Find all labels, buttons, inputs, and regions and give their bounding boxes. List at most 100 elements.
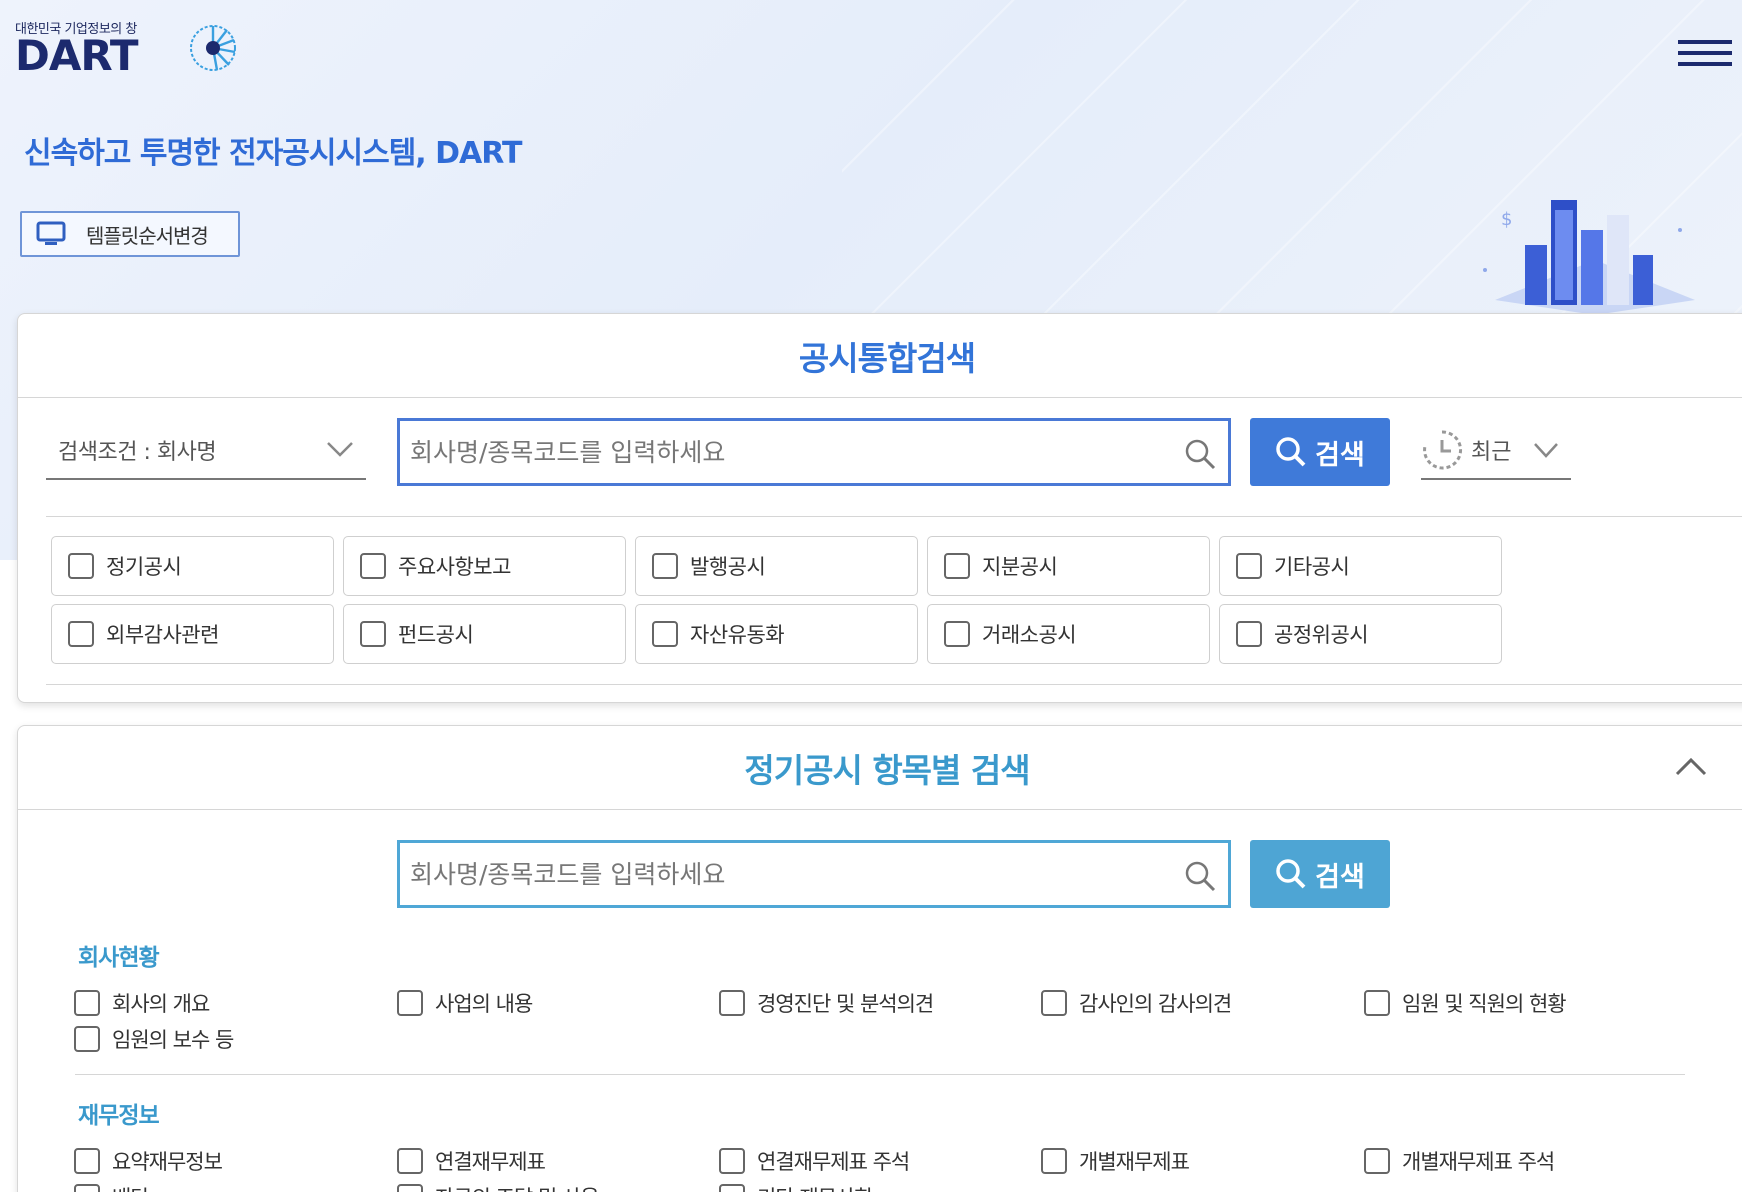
panel-title-text: 정기공시 항목별 검색 xyxy=(744,750,1030,790)
item-consolidated-notes[interactable]: 연결재무제표 주석 xyxy=(719,1146,910,1176)
logo-text: DART xyxy=(15,31,138,80)
item-dividend[interactable]: 배당 xyxy=(74,1182,150,1192)
filter-label: 거래소공시 xyxy=(982,623,1077,647)
hamburger-menu-icon[interactable] xyxy=(1678,40,1732,74)
search-input[interactable] xyxy=(410,421,1228,483)
divider xyxy=(75,1074,1685,1075)
checkbox[interactable] xyxy=(652,553,678,579)
section-title-company: 회사현황 xyxy=(78,945,160,971)
checkbox[interactable] xyxy=(719,1148,745,1174)
item-label: 배당 xyxy=(112,1182,150,1192)
checkbox[interactable] xyxy=(360,553,386,579)
filter-ftc[interactable]: 공정위공시 xyxy=(1219,604,1502,664)
checkbox[interactable] xyxy=(944,553,970,579)
filter-label: 주요사항보고 xyxy=(398,555,511,579)
search-field xyxy=(397,418,1231,486)
city-illustration: $ xyxy=(1483,200,1695,315)
search-button-label: 검색 xyxy=(1315,439,1365,471)
search-button-label: 검색 xyxy=(1315,861,1365,893)
checkbox[interactable] xyxy=(74,1184,100,1192)
search-icon xyxy=(1185,861,1216,892)
checkbox[interactable] xyxy=(397,1184,423,1192)
search-button[interactable]: 검색 xyxy=(1250,418,1390,486)
monitor-icon xyxy=(36,221,66,245)
filter-external-audit[interactable]: 외부감사관련 xyxy=(51,604,334,664)
dart-logo[interactable]: 대한민국 기업정보의 창 DART xyxy=(15,18,236,80)
item-label: 개별재무제표 xyxy=(1079,1150,1190,1174)
checkbox[interactable] xyxy=(719,1184,745,1192)
checkbox[interactable] xyxy=(397,1148,423,1174)
item-fund-raising[interactable]: 자금의 조달 및 사용 xyxy=(397,1182,600,1192)
section-title-financial: 재무정보 xyxy=(78,1103,160,1129)
search-input[interactable] xyxy=(410,843,1228,905)
item-label: 자금의 조달 및 사용 xyxy=(435,1182,600,1192)
item-label: 기타 재무사항 xyxy=(757,1182,874,1192)
filter-label: 공정위공시 xyxy=(1274,623,1369,647)
filter-label: 자산유동화 xyxy=(690,623,785,647)
item-officers-employees[interactable]: 임원 및 직원의 현황 xyxy=(1364,988,1567,1018)
item-separate-notes[interactable]: 개별재무제표 주석 xyxy=(1364,1146,1555,1176)
template-order-button[interactable]: 템플릿순서변경 xyxy=(20,211,240,257)
checkbox[interactable] xyxy=(1236,553,1262,579)
item-label: 임원 및 직원의 현황 xyxy=(1402,992,1567,1016)
item-label: 사업의 내용 xyxy=(435,992,533,1016)
divider xyxy=(46,516,1742,517)
svg-text:$: $ xyxy=(1501,209,1512,230)
search-condition-value: 검색조건 : 회사명 xyxy=(58,440,217,465)
checkbox[interactable] xyxy=(1041,990,1067,1016)
checkbox[interactable] xyxy=(1364,990,1390,1016)
chevron-up-icon[interactable] xyxy=(1673,754,1709,778)
item-officer-compensation[interactable]: 임원의 보수 등 xyxy=(74,1024,234,1054)
item-summary-financial[interactable]: 요약재무정보 xyxy=(74,1146,223,1176)
panel-title: 공시통합검색 xyxy=(18,314,1742,398)
checkbox[interactable] xyxy=(1041,1148,1067,1174)
filter-equity[interactable]: 지분공시 xyxy=(927,536,1210,596)
item-label: 임원의 보수 등 xyxy=(112,1028,234,1052)
item-label: 연결재무제표 xyxy=(435,1150,546,1174)
checkbox[interactable] xyxy=(68,553,94,579)
checkbox[interactable] xyxy=(360,621,386,647)
checkbox[interactable] xyxy=(1236,621,1262,647)
filter-other[interactable]: 기타공시 xyxy=(1219,536,1502,596)
chevron-down-icon xyxy=(327,442,353,457)
item-label: 경영진단 및 분석의견 xyxy=(757,992,934,1016)
item-separate-fs[interactable]: 개별재무제표 xyxy=(1041,1146,1190,1176)
checkbox[interactable] xyxy=(652,621,678,647)
search-icon xyxy=(1276,859,1306,889)
filter-label: 외부감사관련 xyxy=(106,623,219,647)
item-consolidated-fs[interactable]: 연결재무제표 xyxy=(397,1146,546,1176)
filter-issuance[interactable]: 발행공시 xyxy=(635,536,918,596)
history-clock-icon xyxy=(1423,430,1463,470)
search-field xyxy=(397,840,1231,908)
recent-search-dropdown[interactable]: 최근 xyxy=(1421,422,1571,480)
item-business[interactable]: 사업의 내용 xyxy=(397,988,533,1018)
integrated-search-panel: 공시통합검색 검색조건 : 회사명 검색 최근 정기공시 주요사항 xyxy=(17,313,1742,703)
slogan: 신속하고 투명한 전자공시시스템, DART xyxy=(24,136,522,171)
filter-exchange[interactable]: 거래소공시 xyxy=(927,604,1210,664)
item-auditor-opinion[interactable]: 감사인의 감사의견 xyxy=(1041,988,1232,1018)
item-company-overview[interactable]: 회사의 개요 xyxy=(74,988,210,1018)
periodic-item-search-panel: 정기공시 항목별 검색 검색 회사현황 회사의 개요 사업의 내용 경영진단 및… xyxy=(17,725,1742,1192)
checkbox[interactable] xyxy=(1364,1148,1390,1174)
filter-regular[interactable]: 정기공시 xyxy=(51,536,334,596)
checkbox[interactable] xyxy=(74,1026,100,1052)
checkbox[interactable] xyxy=(397,990,423,1016)
checkbox[interactable] xyxy=(74,990,100,1016)
item-mdna[interactable]: 경영진단 및 분석의견 xyxy=(719,988,934,1018)
filter-major-report[interactable]: 주요사항보고 xyxy=(343,536,626,596)
search-button[interactable]: 검색 xyxy=(1250,840,1390,908)
checkbox[interactable] xyxy=(944,621,970,647)
checkbox[interactable] xyxy=(68,621,94,647)
recent-label: 최근 xyxy=(1471,440,1512,465)
logo-sunburst-icon xyxy=(190,25,236,71)
filter-fund[interactable]: 펀드공시 xyxy=(343,604,626,664)
item-label: 개별재무제표 주석 xyxy=(1402,1150,1555,1174)
item-label: 회사의 개요 xyxy=(112,992,210,1016)
filter-label: 발행공시 xyxy=(690,555,766,579)
search-icon xyxy=(1276,437,1306,467)
search-condition-select[interactable]: 검색조건 : 회사명 xyxy=(46,422,366,480)
filter-securitization[interactable]: 자산유동화 xyxy=(635,604,918,664)
checkbox[interactable] xyxy=(74,1148,100,1174)
checkbox[interactable] xyxy=(719,990,745,1016)
item-other-financial[interactable]: 기타 재무사항 xyxy=(719,1182,874,1192)
